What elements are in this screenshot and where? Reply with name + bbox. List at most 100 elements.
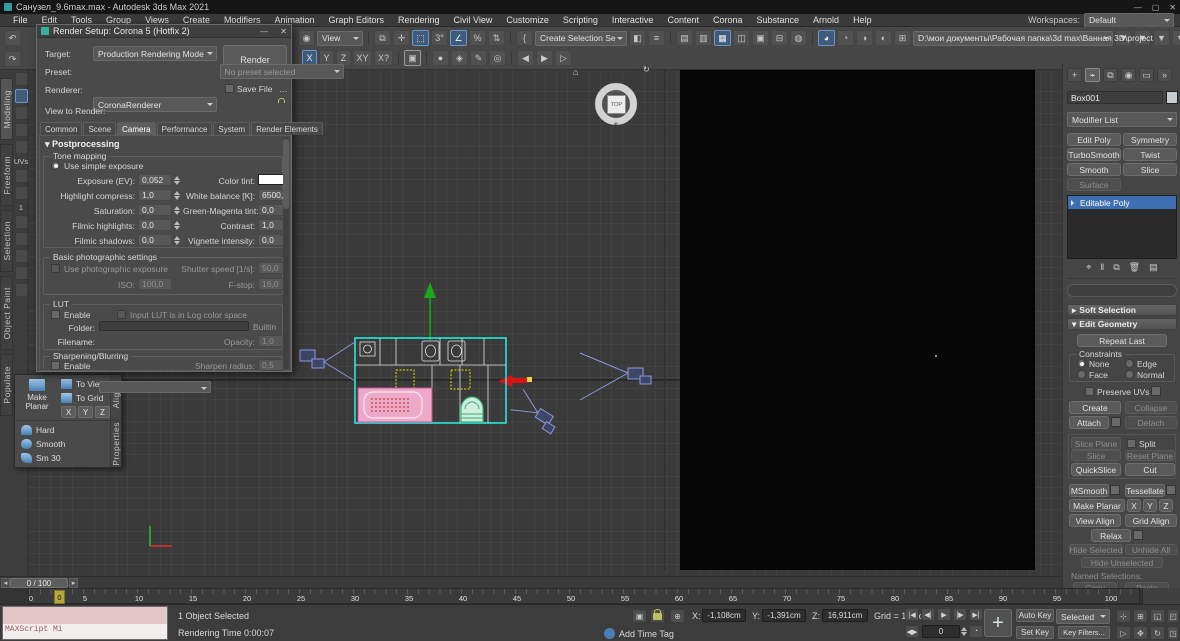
trackbar-ruler[interactable]: 0 05101520253035404550556065707580859095… bbox=[28, 588, 1140, 604]
make-planar-cmd-button[interactable]: Make Planar bbox=[1069, 499, 1125, 512]
white-balance-field[interactable]: 6500,0 bbox=[258, 189, 284, 201]
contrast-field[interactable]: 1,0 bbox=[258, 219, 284, 231]
viewcube-home-icon[interactable]: ⌂ bbox=[573, 67, 578, 77]
split-checkbox[interactable] bbox=[1127, 439, 1136, 448]
menu-content[interactable]: Content bbox=[660, 15, 706, 25]
set-key-button[interactable]: Set Key bbox=[1016, 626, 1054, 639]
menu-scripting[interactable]: Scripting bbox=[556, 15, 605, 25]
slice-button[interactable]: Slice bbox=[1071, 450, 1121, 461]
configure-modifier-sets-icon[interactable]: ▤ bbox=[1149, 262, 1158, 273]
play-anim-icon[interactable]: ▶ bbox=[536, 50, 553, 66]
select-and-move-icon[interactable]: ✛ bbox=[393, 30, 410, 46]
maxscript-listener-pane[interactable]: MAXScript Mi bbox=[3, 624, 167, 639]
compass-west[interactable]: W bbox=[589, 101, 595, 107]
vignette-field[interactable]: 0,0 bbox=[258, 234, 284, 246]
filmic-shadows-field[interactable]: 0,0 bbox=[138, 234, 172, 246]
quickslice-button[interactable]: QuickSlice bbox=[1071, 463, 1121, 476]
menu-rendering[interactable]: Rendering bbox=[391, 15, 447, 25]
graph-editor-icon[interactable]: ◫ bbox=[733, 30, 750, 46]
ribbon-uv-edit-icon[interactable] bbox=[15, 169, 28, 183]
align-x-button[interactable]: X bbox=[61, 406, 76, 418]
create-button[interactable]: Create bbox=[1069, 401, 1121, 414]
sharpen-radius-field[interactable]: 0,5 bbox=[258, 359, 284, 371]
named-selection-set-dropdown[interactable]: Create Selection Se bbox=[535, 31, 627, 46]
motion-tab-icon[interactable]: ◉ bbox=[1121, 68, 1136, 82]
zoom-extents-all-icon[interactable]: ◰ bbox=[1167, 609, 1179, 623]
ribbon-polygon-mode-icon[interactable] bbox=[15, 89, 28, 103]
filmic-shadows-spinner[interactable] bbox=[173, 234, 181, 246]
edit-geometry-rollout[interactable]: ▾ Edit Geometry bbox=[1067, 318, 1177, 330]
orbit-icon[interactable]: ↻ bbox=[1150, 626, 1165, 640]
menu-help[interactable]: Help bbox=[846, 15, 879, 25]
dialog-scrollbar[interactable] bbox=[283, 137, 289, 369]
scene-explorer-icon[interactable]: ▦ bbox=[714, 30, 731, 46]
time-config-icon[interactable]: ◔ bbox=[969, 625, 983, 638]
planar-x-button[interactable]: X bbox=[1127, 499, 1141, 512]
view-selector-dropdown[interactable]: View bbox=[317, 31, 363, 46]
saturation-spinner[interactable] bbox=[173, 204, 181, 216]
expand-arrow-icon[interactable] bbox=[1071, 200, 1077, 206]
hard-edge-button[interactable]: Hard bbox=[21, 423, 65, 437]
constraint-edge-radio[interactable] bbox=[1125, 359, 1134, 368]
rendered-frame-window-icon[interactable]: ◔ bbox=[837, 30, 854, 46]
hide-unselected-button[interactable]: Hide Unselected bbox=[1081, 557, 1163, 568]
x-coord-field[interactable]: -1,108cm bbox=[702, 609, 746, 622]
mirror-icon[interactable]: ◧ bbox=[629, 30, 646, 46]
menu-substance[interactable]: Substance bbox=[750, 15, 807, 25]
constraint-normal-radio[interactable] bbox=[1125, 370, 1134, 379]
modifier-twist-button[interactable]: Twist bbox=[1123, 148, 1177, 161]
time-slider-next-icon[interactable]: ▸ bbox=[69, 578, 78, 588]
render-setup-teapot-icon[interactable]: ◕ bbox=[818, 30, 835, 46]
remove-modifier-icon[interactable]: 🗑︎ bbox=[1129, 262, 1140, 273]
cloth-tool-icon[interactable]: ◈ bbox=[451, 50, 468, 66]
color-tint-swatch[interactable] bbox=[258, 174, 284, 185]
preserve-uvs-checkbox[interactable] bbox=[1085, 387, 1094, 396]
maxscript-mini-listener[interactable]: MAXScript Mi bbox=[2, 606, 168, 640]
export-asset-icon[interactable]: ▼ bbox=[1172, 30, 1180, 46]
attach-button[interactable]: Attach bbox=[1069, 416, 1109, 429]
layer-explorer-icon[interactable]: ▤ bbox=[676, 30, 693, 46]
save-file-checkbox[interactable] bbox=[225, 84, 234, 93]
ribbon-vertex-icon[interactable] bbox=[15, 106, 28, 120]
relax-button[interactable]: Relax bbox=[1091, 529, 1131, 542]
edit-named-selections-icon[interactable]: { bbox=[516, 30, 533, 46]
saturation-field[interactable]: 0,0 bbox=[138, 204, 172, 216]
exposure-field[interactable]: 0,052 bbox=[138, 174, 172, 186]
green-magenta-field[interactable]: 0,0 bbox=[258, 204, 284, 216]
fstop-field[interactable]: 16,0 bbox=[258, 278, 284, 290]
ribbon-paint-icon[interactable] bbox=[15, 215, 28, 229]
use-photographic-checkbox[interactable] bbox=[51, 264, 60, 273]
iso-field[interactable]: 100,0 bbox=[138, 278, 172, 290]
next-key-icon[interactable]: ▷ bbox=[555, 50, 572, 66]
maximize-viewport-icon[interactable]: ◳ bbox=[1167, 626, 1179, 640]
properties-panel-label[interactable]: Properties bbox=[110, 421, 121, 467]
bathtub[interactable] bbox=[358, 388, 432, 422]
lut-enable-checkbox[interactable] bbox=[51, 310, 60, 319]
render-iterative-teapot-icon[interactable]: ◐ bbox=[875, 30, 892, 46]
planar-z-button[interactable]: Z bbox=[1159, 499, 1173, 512]
go-to-end-icon[interactable]: ▶| bbox=[969, 608, 983, 621]
constraint-none-radio[interactable] bbox=[1077, 359, 1086, 368]
select-object-icon[interactable]: ⬚ bbox=[412, 30, 429, 46]
ribbon-pattern-icon[interactable] bbox=[15, 266, 28, 280]
ribbon-teapot-icon[interactable] bbox=[15, 283, 28, 297]
lut-folder-field[interactable] bbox=[99, 321, 249, 331]
save-file-browse-button[interactable]: … bbox=[279, 84, 288, 94]
highlight-compress-spinner[interactable] bbox=[173, 189, 181, 201]
align-icon[interactable]: ≡ bbox=[648, 30, 665, 46]
z-coord-field[interactable]: 16,911cm bbox=[822, 609, 868, 622]
lut-opacity-field[interactable]: 1,0 bbox=[258, 335, 284, 347]
modifier-turbosmooth-button[interactable]: TurboSmooth bbox=[1067, 148, 1121, 161]
ribbon-pointer-icon[interactable] bbox=[15, 72, 28, 86]
menu-interactive[interactable]: Interactive bbox=[605, 15, 661, 25]
menu-file[interactable]: File bbox=[6, 15, 35, 25]
compass-north[interactable]: N bbox=[614, 78, 618, 84]
tab-common[interactable]: Common bbox=[40, 122, 82, 135]
time-slider-prev-icon[interactable]: ◂ bbox=[1, 578, 10, 588]
grid-align-button[interactable]: Grid Align bbox=[1125, 514, 1177, 527]
angle-snap-value-icon[interactable]: 3° bbox=[431, 30, 448, 46]
modifier-symmetry-button[interactable]: Symmetry bbox=[1123, 133, 1177, 146]
prev-frame-icon[interactable]: ◀| bbox=[921, 608, 935, 621]
sharpen-enable-checkbox[interactable] bbox=[51, 361, 60, 370]
object-name-field[interactable]: Box001 bbox=[1067, 91, 1163, 104]
